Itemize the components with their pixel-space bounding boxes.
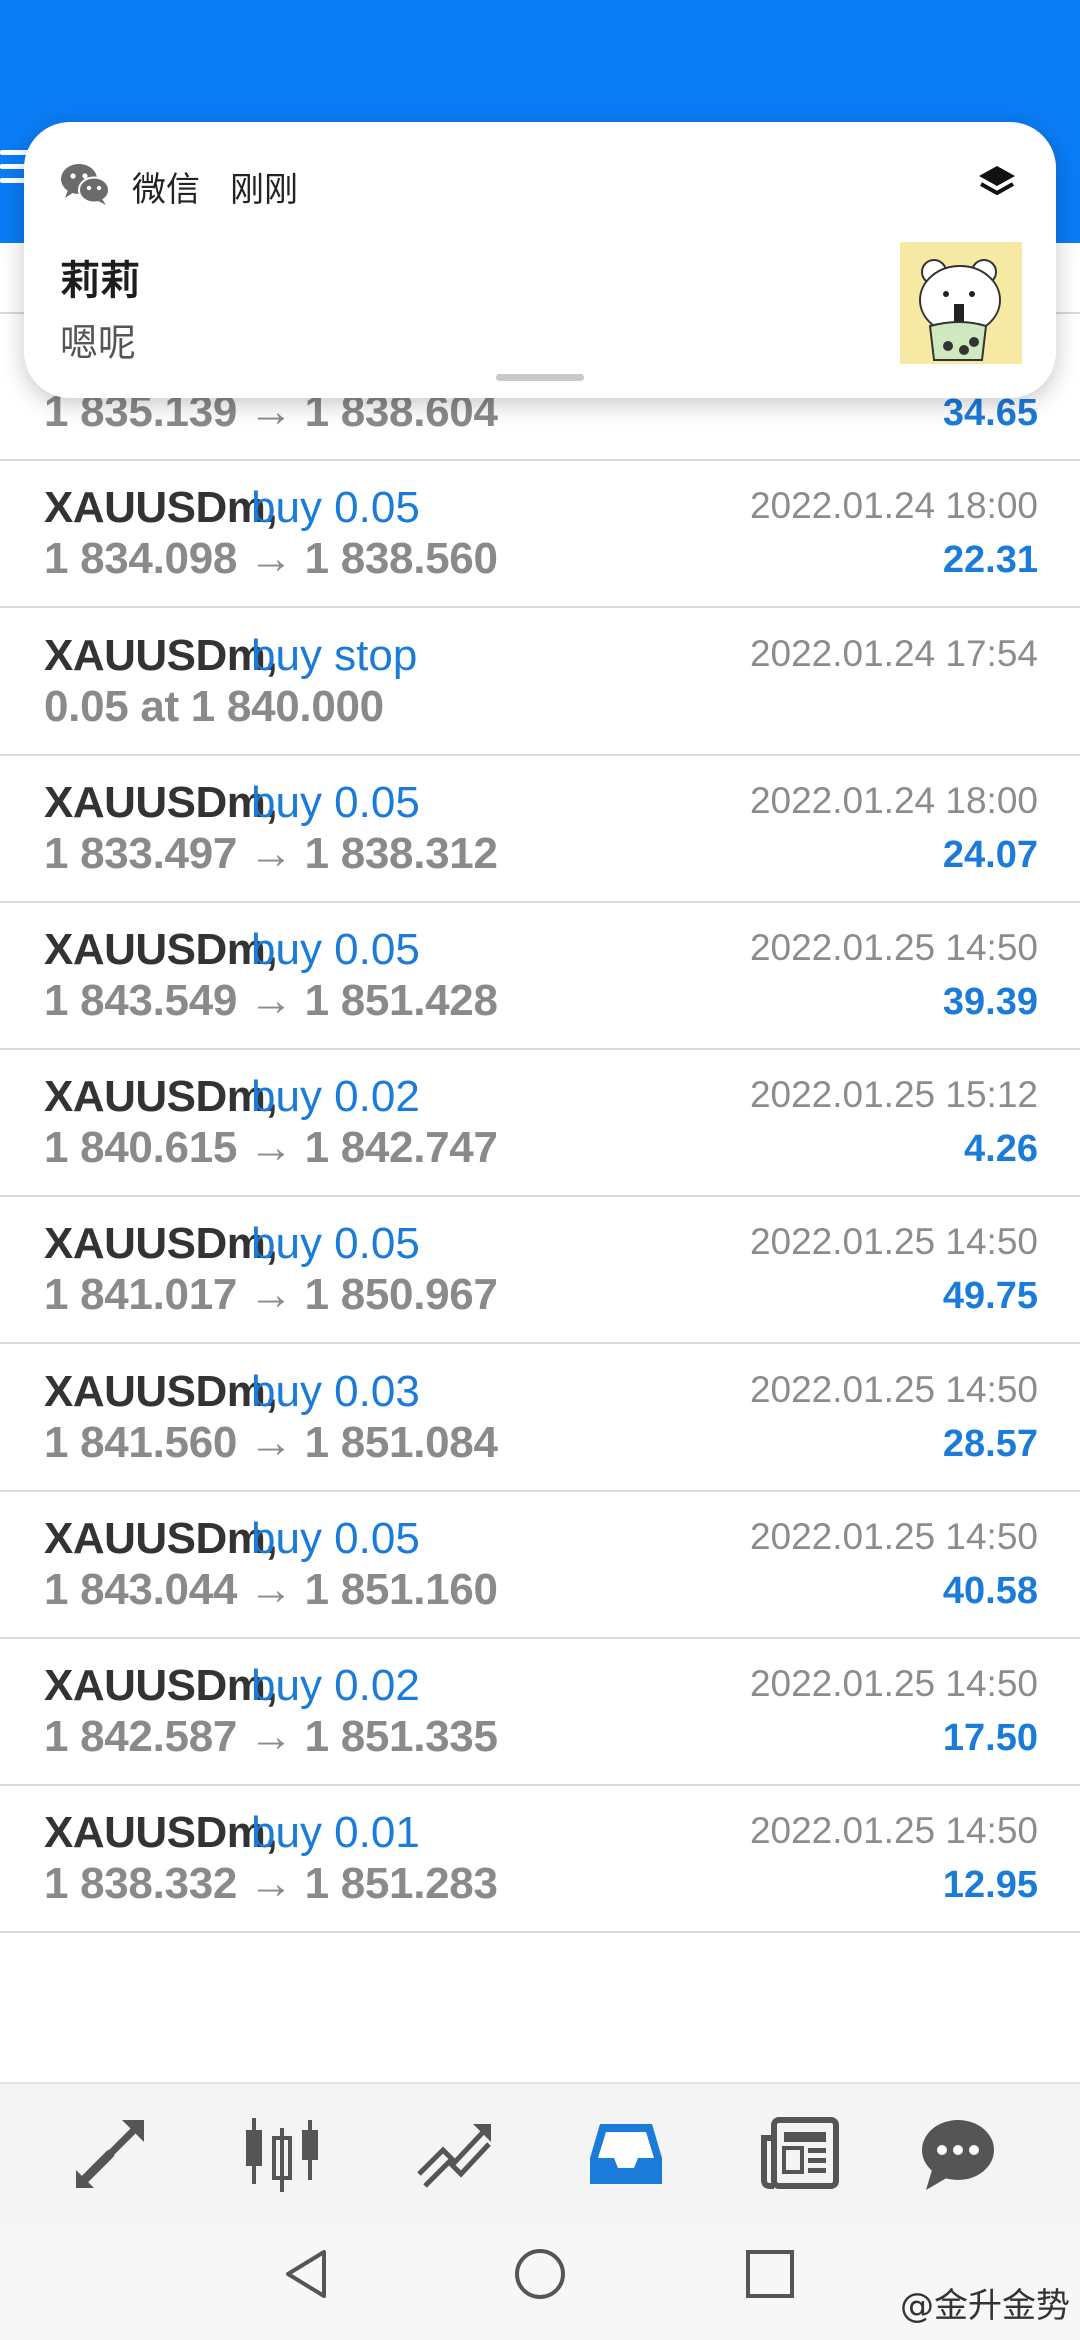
wechat-notification[interactable]: 微信 刚刚 莉莉 嗯呢	[24, 122, 1056, 398]
history-inbox-icon[interactable]	[586, 2114, 666, 2194]
trade-row[interactable]: XAUUSDm, buy 0.05 1 843.044 → 1 851.160 202…	[0, 1491, 1080, 1639]
trade-prices: 0.05 at 1 840.000	[44, 681, 384, 731]
trade-symbol: XAUUSDm,	[44, 777, 278, 827]
recents-square-icon[interactable]	[742, 2246, 798, 2302]
trade-row[interactable]: XAUUSDm, buy 0.05 1 841.017 → 1 850.967 202…	[0, 1197, 1080, 1345]
trade-prices: 1 842.587 → 1 851.335	[44, 1712, 498, 1761]
trade-line-icon[interactable]	[415, 2114, 495, 2194]
trade-type: buy 0.02	[251, 1072, 420, 1122]
trade-symbol: XAUUSDm,	[44, 1661, 278, 1710]
trade-profit: 49.75	[942, 1275, 1038, 1318]
trade-type: buy 0.01	[251, 1808, 420, 1858]
trade-prices: 1 833.497 → 1 838.312	[44, 828, 498, 878]
trade-row[interactable]: XAUUSDm, buy 0.05 1 834.098 → 1 838.560 202…	[0, 461, 1080, 609]
chat-icon[interactable]	[918, 2114, 998, 2194]
trade-type: buy 0.03	[251, 1366, 420, 1416]
trade-time: 2022.01.24 17:54	[749, 632, 1038, 674]
trade-type: buy 0.05	[251, 777, 420, 827]
trade-time: 2022.01.24 18:00	[749, 485, 1038, 527]
trade-row[interactable]: XAUUSDm, buy 0.05 1 843.549 → 1 851.428 202…	[0, 903, 1080, 1050]
trade-prices: 1 843.044 → 1 851.160	[44, 1564, 498, 1614]
wechat-icon	[60, 162, 110, 206]
trade-type: buy 0.05	[251, 925, 420, 974]
chart-candles-icon[interactable]	[242, 2114, 322, 2194]
watermark: @金升金势	[900, 2286, 1070, 2326]
trade-prices: 1 840.615 → 1 842.747	[44, 1123, 498, 1173]
trade-row[interactable]: XAUUSDm, buy 0.03 1 841.560 → 1 851.084 202…	[0, 1344, 1080, 1492]
trade-row[interactable]: XAUUSDm, buy 0.02 1 842.587 → 1 851.335 202…	[0, 1639, 1080, 1786]
notification-time: 刚刚	[230, 171, 298, 209]
trade-profit: 12.95	[942, 1864, 1038, 1907]
back-triangle-icon[interactable]	[280, 2246, 336, 2302]
layers-icon[interactable]	[974, 160, 1020, 206]
notification-drag-handle[interactable]	[496, 374, 584, 381]
trade-symbol: XAUUSDm,	[44, 1513, 278, 1563]
trade-symbol: XAUUSDm,	[44, 483, 278, 533]
trade-prices: 1 841.560 → 1 851.084	[44, 1417, 498, 1467]
trade-symbol: XAUUSDm,	[44, 1366, 278, 1416]
home-circle-icon[interactable]	[512, 2246, 568, 2302]
avatar	[900, 242, 1022, 364]
trade-prices: 1 841.017 → 1 850.967	[44, 1270, 498, 1320]
system-navigation-bar: @金升金势	[0, 2224, 1080, 2340]
trade-profit: 40.58	[942, 1569, 1038, 1612]
quotes-arrows-icon[interactable]	[70, 2114, 150, 2194]
trade-prices: 1 834.098 → 1 838.560	[44, 534, 498, 584]
trade-time: 2022.01.25 14:50	[749, 1663, 1038, 1704]
trade-symbol: XAUUSDm,	[44, 1072, 278, 1122]
trade-profit: 22.31	[942, 539, 1038, 582]
trade-prices: 1 838.332 → 1 851.283	[44, 1859, 498, 1909]
trade-time: 2022.01.25 15:12	[749, 1074, 1038, 1116]
trade-type: buy 0.05	[251, 1513, 420, 1563]
trade-row[interactable]: XAUUSDm, buy 0.01 1 838.332 → 1 851.283 202…	[0, 1786, 1080, 1934]
trade-time: 2022.01.25 14:50	[749, 1221, 1038, 1263]
trade-time: 2022.01.25 14:50	[749, 1368, 1038, 1410]
trade-time: 2022.01.25 14:50	[749, 927, 1038, 968]
trade-row[interactable]: XAUUSDm, buy 0.05 1 833.497 → 1 838.312 202…	[0, 755, 1080, 903]
trade-symbol: XAUUSDm,	[44, 925, 278, 974]
trade-type: buy stop	[251, 630, 418, 680]
trade-type: buy 0.05	[251, 1219, 420, 1269]
trade-row[interactable]: XAUUSDm, buy stop 0.05 at 1 840.000 2022.01…	[0, 608, 1080, 756]
trade-row[interactable]: XAUUSDm, buy 0.02 1 840.615 → 1 842.747 202…	[0, 1050, 1080, 1198]
trade-time: 2022.01.24 18:00	[749, 779, 1038, 821]
trade-type: buy 0.02	[251, 1661, 420, 1710]
trade-profit: 24.07	[942, 833, 1038, 876]
trade-prices: 1 843.549 → 1 851.428	[44, 976, 498, 1025]
trade-symbol: XAUUSDm,	[44, 1219, 278, 1269]
trade-time: 2022.01.25 14:50	[749, 1515, 1038, 1557]
trade-profit: 28.57	[942, 1422, 1038, 1465]
bottom-navigation	[0, 2082, 1080, 2224]
trade-symbol: XAUUSDm,	[44, 630, 278, 680]
trade-profit: 4.26	[964, 1128, 1038, 1171]
trade-symbol: XAUUSDm,	[44, 1808, 278, 1858]
trade-time: 2022.01.25 14:50	[749, 1810, 1038, 1852]
trade-profit: 39.39	[942, 981, 1038, 1023]
notification-sender: 莉莉	[60, 259, 140, 303]
trade-profit: 17.50	[942, 1717, 1038, 1759]
trade-type: buy 0.05	[251, 483, 420, 533]
notification-app-name: 微信	[132, 171, 200, 209]
trade-profit: 34.65	[942, 392, 1038, 435]
news-icon[interactable]	[760, 2114, 840, 2194]
notification-message: 嗯呢	[60, 323, 137, 365]
